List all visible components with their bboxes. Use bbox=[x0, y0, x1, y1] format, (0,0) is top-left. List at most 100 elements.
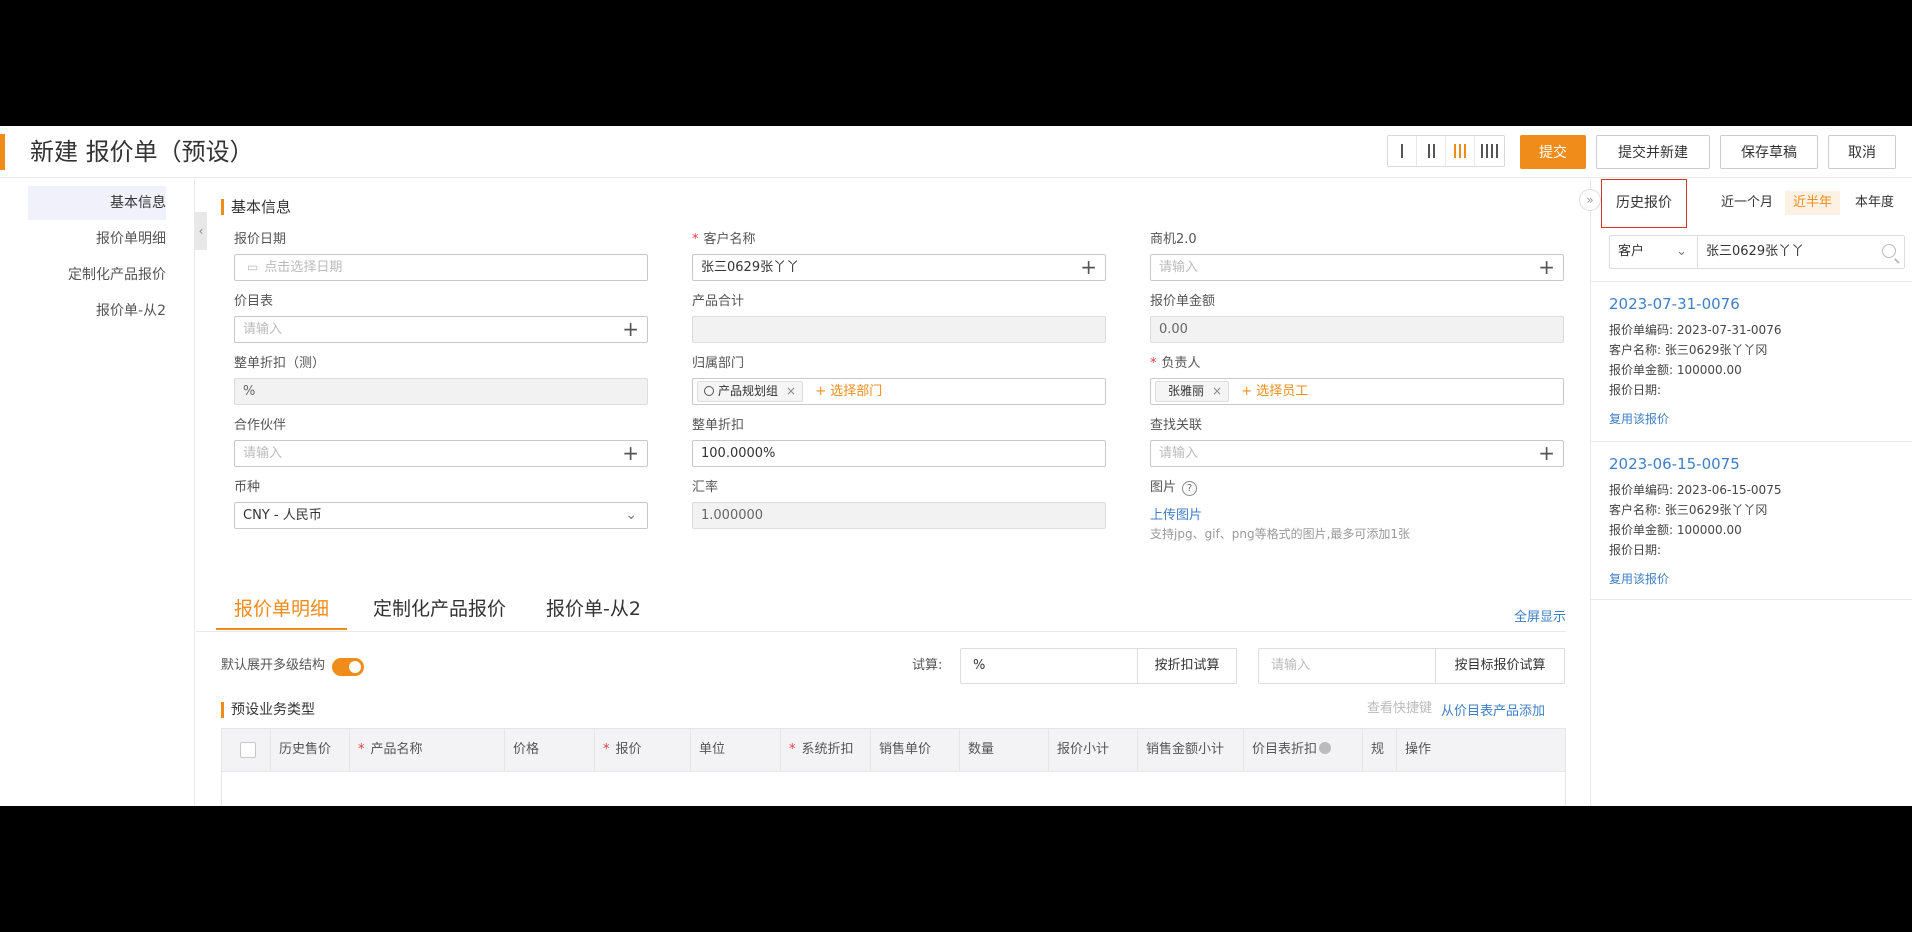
nav-item-quote-detail[interactable]: 报价单明细 bbox=[96, 222, 166, 256]
currency-select[interactable]: CNY - 人民币 ⌄ bbox=[234, 502, 648, 529]
column-header[interactable]: 数量 bbox=[960, 729, 1049, 771]
filter-type-value: 客户 bbox=[1618, 244, 1645, 259]
submit-button[interactable]: 提交 bbox=[1520, 135, 1586, 169]
exchange-rate-label: 汇率 bbox=[692, 480, 719, 495]
upload-image-link[interactable]: 上传图片 bbox=[1150, 504, 1202, 523]
discount-input[interactable]: 100.0000% bbox=[692, 440, 1106, 467]
customer-input[interactable]: 张三0629张丫丫 + bbox=[692, 254, 1106, 281]
owner-label-text: 负责人 bbox=[1161, 356, 1201, 371]
lookup-input[interactable]: 请输入 + bbox=[1150, 440, 1564, 467]
tab-quote-sub2[interactable]: 报价单-从2 bbox=[546, 594, 641, 630]
quote-date-label: 报价日期 bbox=[234, 232, 287, 247]
nav-item-quote-sub2[interactable]: 报价单-从2 bbox=[96, 294, 166, 328]
select-all-checkbox[interactable] bbox=[240, 742, 256, 758]
range-this-year[interactable]: 本年度 bbox=[1847, 191, 1902, 215]
select-employee-link[interactable]: + 选择员工 bbox=[1241, 384, 1308, 399]
history-record: 2023-07-31-0076 报价单编码: 2023-07-31-0076 客… bbox=[1609, 294, 1899, 428]
divider bbox=[1591, 599, 1912, 600]
remove-tag-icon[interactable]: × bbox=[1212, 384, 1222, 398]
record-code-link[interactable]: 2023-06-15-0075 bbox=[1609, 454, 1899, 474]
price-list-label: 价目表 bbox=[234, 294, 274, 309]
range-half-year[interactable]: 近半年 bbox=[1785, 191, 1841, 215]
column-header[interactable]: 历史售价 bbox=[271, 729, 350, 771]
column-header[interactable]: 操作 bbox=[1397, 729, 1565, 771]
reuse-quote-link[interactable]: 复用该报价 bbox=[1609, 410, 1899, 428]
search-icon[interactable] bbox=[1882, 244, 1896, 258]
layout-2-column-button[interactable] bbox=[1417, 136, 1446, 166]
tab-custom-product[interactable]: 定制化产品报价 bbox=[373, 594, 506, 630]
quote-date-input[interactable]: ▭ 点击选择日期 bbox=[234, 254, 648, 281]
detail-table-body bbox=[221, 772, 1566, 806]
page-title: 新建 报价单（预设） bbox=[30, 138, 254, 166]
opportunity-input[interactable]: 请输入 + bbox=[1150, 254, 1564, 281]
nav-item-custom-product[interactable]: 定制化产品报价 bbox=[68, 258, 166, 292]
shortcut-link[interactable]: 查看快捷键 bbox=[1367, 700, 1432, 718]
range-one-month[interactable]: 近一个月 bbox=[1713, 191, 1781, 215]
discount-calc-button[interactable]: 按折扣试算 bbox=[1137, 648, 1237, 684]
add-lookup-icon[interactable]: + bbox=[1538, 441, 1555, 465]
partner-input[interactable]: 请输入 + bbox=[234, 440, 648, 467]
tab-quote-detail[interactable]: 报价单明细 bbox=[216, 594, 348, 630]
cancel-button[interactable]: 取消 bbox=[1828, 135, 1896, 169]
nav-item-basic-info[interactable]: 基本信息 bbox=[28, 186, 166, 220]
select-department-link[interactable]: + 选择部门 bbox=[815, 384, 882, 399]
column-header[interactable]: 价目表折扣 bbox=[1244, 729, 1363, 771]
exchange-rate-input: 1.000000 bbox=[692, 502, 1106, 529]
expand-structure-toggle[interactable] bbox=[332, 658, 364, 676]
expand-structure-label: 默认展开多级结构 bbox=[221, 658, 326, 673]
expand-panel-icon[interactable]: » bbox=[1579, 189, 1601, 211]
layout-4-column-button[interactable] bbox=[1475, 136, 1504, 166]
record-amount: 报价单金额: 100000.00 bbox=[1609, 523, 1742, 537]
partner-placeholder: 请输入 bbox=[243, 446, 283, 461]
reuse-quote-link[interactable]: 复用该报价 bbox=[1609, 570, 1899, 588]
column-header[interactable]: * 系统折扣 bbox=[781, 729, 871, 771]
column-header[interactable]: 销售单价 bbox=[871, 729, 960, 771]
required-marker: * bbox=[692, 232, 699, 247]
column-header[interactable]: 报价小计 bbox=[1049, 729, 1138, 771]
add-from-price-list-link[interactable]: 从价目表产品添加 bbox=[1441, 700, 1545, 719]
price-list-input[interactable]: 请输入 + bbox=[234, 316, 648, 343]
quote-date-placeholder: 点击选择日期 bbox=[264, 260, 343, 275]
column-header[interactable]: 销售金额小计 bbox=[1138, 729, 1244, 771]
column-header[interactable]: * 产品名称 bbox=[350, 729, 505, 771]
remove-tag-icon[interactable]: × bbox=[786, 384, 796, 398]
layout-3-column-button[interactable] bbox=[1446, 136, 1475, 166]
add-opportunity-icon[interactable]: + bbox=[1538, 255, 1555, 279]
help-icon[interactable]: ? bbox=[1182, 481, 1198, 496]
two-column-icon bbox=[1427, 144, 1435, 158]
opportunity-placeholder: 请输入 bbox=[1159, 260, 1199, 275]
customer-value: 张三0629张丫丫 bbox=[701, 260, 800, 275]
main-form: 基本信息 报价日期 ▭ 点击选择日期 * 客户名称 张三0629张丫丫 + 商机2.… bbox=[196, 179, 1590, 806]
quote-amount-input: 0.00 bbox=[1150, 316, 1564, 343]
discount-test-label: 整单折扣（测） bbox=[234, 356, 326, 371]
department-input[interactable]: 产品规划组 × + 选择部门 bbox=[692, 378, 1106, 405]
owner-input[interactable]: 张雅丽 × + 选择员工 bbox=[1150, 378, 1564, 405]
filter-type-select[interactable]: 客户 ⌄ bbox=[1610, 236, 1698, 268]
column-header[interactable]: 价格 bbox=[505, 729, 595, 771]
add-price-list-icon[interactable]: + bbox=[622, 317, 639, 341]
target-calc-button[interactable]: 按目标报价试算 bbox=[1435, 648, 1565, 684]
submit-and-new-button[interactable]: 提交并新建 bbox=[1596, 135, 1710, 169]
discount-test-input: % bbox=[234, 378, 648, 405]
lookup-label: 查找关联 bbox=[1150, 418, 1203, 433]
record-code-link[interactable]: 2023-07-31-0076 bbox=[1609, 294, 1899, 314]
trial-discount-input[interactable]: % bbox=[960, 648, 1138, 684]
product-total-label: 产品合计 bbox=[692, 294, 745, 309]
customer-label-text: 客户名称 bbox=[703, 232, 756, 247]
column-header[interactable]: * 报价 bbox=[595, 729, 691, 771]
record-date: 报价日期: bbox=[1609, 383, 1662, 397]
column-header[interactable]: 规格 bbox=[1363, 729, 1397, 771]
fullscreen-link[interactable]: 全屏显示 bbox=[1514, 606, 1566, 625]
column-layout-toggle bbox=[1387, 135, 1505, 167]
save-draft-button[interactable]: 保存草稿 bbox=[1720, 135, 1818, 169]
filter-value-input[interactable]: 张三0629张丫丫 bbox=[1706, 236, 1804, 268]
info-icon[interactable] bbox=[1319, 742, 1332, 754]
add-customer-icon[interactable]: + bbox=[1080, 255, 1097, 279]
layout-1-column-button[interactable] bbox=[1388, 136, 1417, 166]
department-label: 归属部门 bbox=[692, 356, 745, 371]
department-tag-label: 产品规划组 bbox=[718, 384, 779, 398]
four-column-icon bbox=[1481, 144, 1498, 158]
column-header[interactable]: 单位 bbox=[691, 729, 781, 771]
target-price-input[interactable]: 请输入 bbox=[1258, 648, 1436, 684]
add-partner-icon[interactable]: + bbox=[622, 441, 639, 465]
